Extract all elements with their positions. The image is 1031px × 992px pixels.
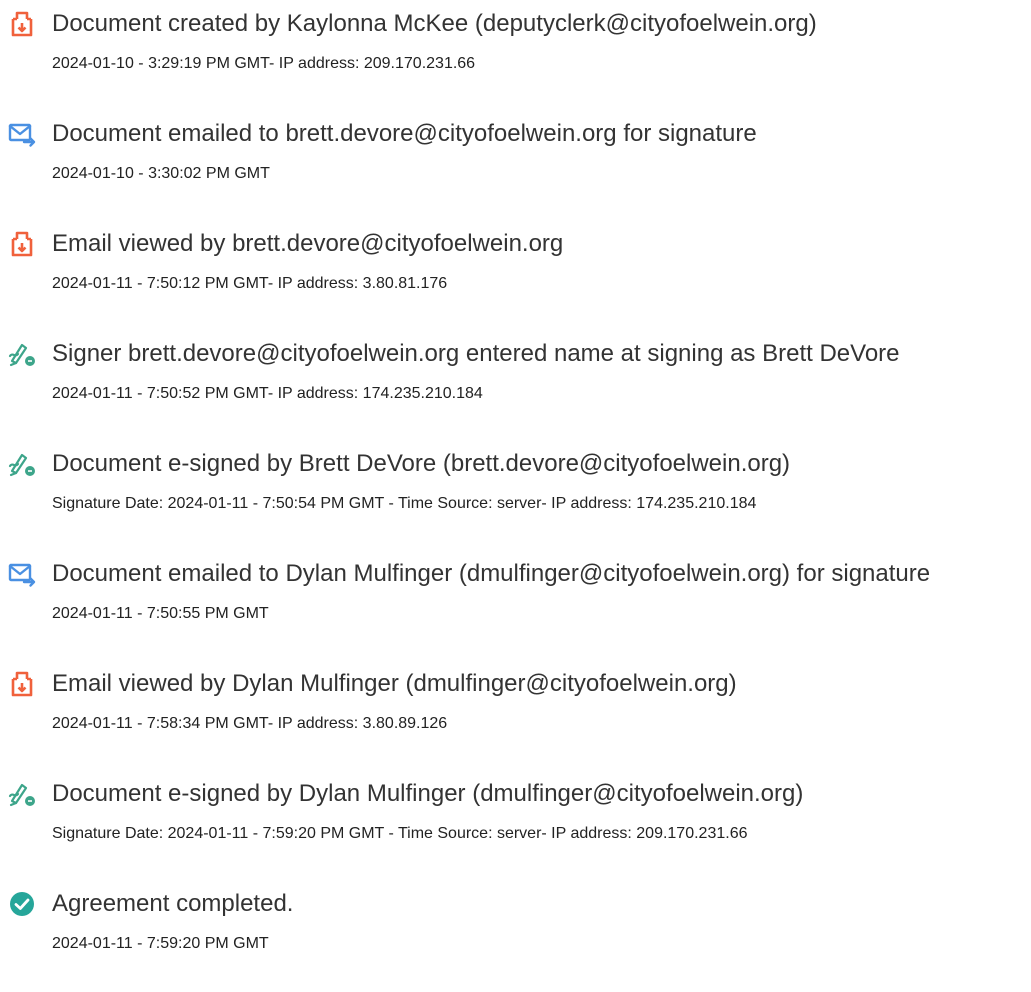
event-detail: 2024-01-11 - 7:58:34 PM GMT- IP address:… [52, 715, 448, 732]
event-signer-name-entered: Signer brett.devore@cityofoelwein.org en… [0, 338, 1031, 438]
event-detail: Signature Date: 2024-01-11 - 7:50:54 PM … [52, 495, 757, 512]
event-title: Document e-signed by Brett DeVore (brett… [52, 450, 791, 477]
event-detail: 2024-01-11 - 7:50:52 PM GMT- IP address:… [52, 385, 483, 402]
signature-pen-icon [8, 450, 36, 478]
signature-pen-icon [8, 340, 36, 368]
event-document-emailed: Document emailed to brett.devore@cityofo… [0, 118, 1031, 218]
event-title: Email viewed by Dylan Mulfinger (dmulfin… [52, 670, 737, 697]
event-title: Document emailed to brett.devore@cityofo… [52, 120, 757, 147]
event-detail: 2024-01-10 - 3:29:19 PM GMT- IP address:… [52, 55, 476, 72]
event-document-esigned: Document e-signed by Dylan Mulfinger (dm… [0, 778, 1031, 878]
event-title: Agreement completed. [52, 890, 294, 917]
event-agreement-completed: Agreement completed. 2024-01-11 - 7:59:2… [0, 888, 1031, 988]
document-icon [8, 10, 36, 38]
event-title: Document created by Kaylonna McKee (depu… [52, 10, 817, 37]
document-icon [8, 230, 36, 258]
event-detail: 2024-01-11 - 7:50:12 PM GMT- IP address:… [52, 275, 448, 292]
event-email-viewed: Email viewed by Dylan Mulfinger (dmulfin… [0, 668, 1031, 768]
event-document-created: Document created by Kaylonna McKee (depu… [0, 8, 1031, 108]
event-document-esigned: Document e-signed by Brett DeVore (brett… [0, 448, 1031, 548]
email-send-icon [8, 560, 36, 588]
event-title: Document emailed to Dylan Mulfinger (dmu… [52, 560, 931, 587]
document-icon [8, 670, 36, 698]
event-detail: Signature Date: 2024-01-11 - 7:59:20 PM … [52, 825, 748, 842]
signature-pen-icon [8, 780, 36, 808]
event-title: Email viewed by brett.devore@cityofoelwe… [52, 230, 564, 257]
event-detail: 2024-01-11 - 7:50:55 PM GMT [52, 605, 269, 622]
check-circle-icon [8, 890, 36, 918]
event-document-emailed: Document emailed to Dylan Mulfinger (dmu… [0, 558, 1031, 658]
event-email-viewed: Email viewed by brett.devore@cityofoelwe… [0, 228, 1031, 328]
event-detail: 2024-01-11 - 7:59:20 PM GMT [52, 935, 269, 952]
event-title: Document e-signed by Dylan Mulfinger (dm… [52, 780, 804, 807]
event-title: Signer brett.devore@cityofoelwein.org en… [52, 340, 900, 367]
email-send-icon [8, 120, 36, 148]
event-detail: 2024-01-10 - 3:30:02 PM GMT [52, 165, 270, 182]
